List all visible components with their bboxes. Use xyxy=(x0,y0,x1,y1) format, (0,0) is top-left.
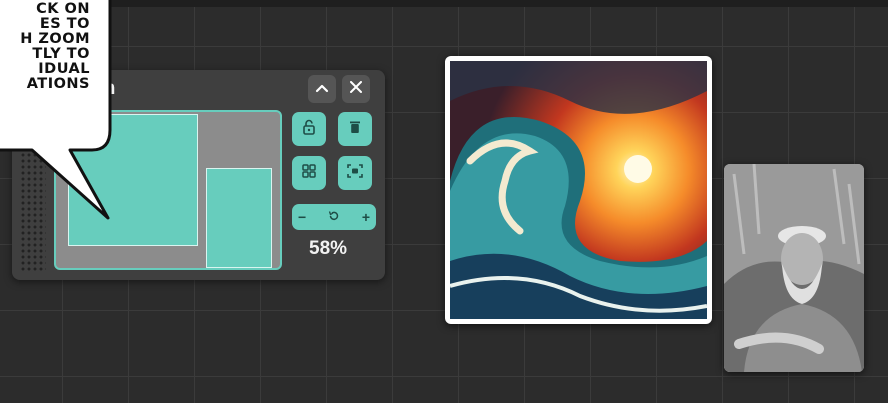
callout-line: ES TO xyxy=(39,16,90,32)
callout-line: H ZOOM xyxy=(20,31,90,47)
unlock-icon xyxy=(302,119,316,140)
close-button[interactable] xyxy=(342,75,370,103)
reset-zoom-icon[interactable] xyxy=(328,209,340,225)
zoom-percentage: 58% xyxy=(309,238,348,259)
fit-to-screen-icon xyxy=(347,163,363,183)
minimap-portrait-photo[interactable] xyxy=(206,168,272,268)
callout-bubble: CK ON ES TO H ZOOM TLY TO IDUAL ATIONS xyxy=(0,0,112,220)
callout-line: IDUAL xyxy=(38,61,90,77)
collapse-button[interactable] xyxy=(308,75,336,103)
lock-button[interactable] xyxy=(292,112,326,146)
trash-icon xyxy=(349,120,361,139)
callout-line: CK ON xyxy=(36,1,90,17)
grid-icon xyxy=(302,163,316,183)
wave-artwork xyxy=(450,61,707,319)
grid-button[interactable] xyxy=(292,156,326,190)
callout-line: ATIONS xyxy=(26,76,90,92)
callout-text: CK ON ES TO H ZOOM TLY TO IDUAL ATIONS xyxy=(0,2,90,92)
delete-button[interactable] xyxy=(338,112,372,146)
wave-artwork-card[interactable] xyxy=(445,56,712,324)
zoom-controls: − + xyxy=(292,204,376,230)
close-icon xyxy=(350,80,362,98)
zoom-out-button[interactable]: − xyxy=(298,209,306,225)
fit-to-screen-button[interactable] xyxy=(338,156,372,190)
zoom-in-button[interactable]: + xyxy=(362,209,370,225)
portrait-photo-card[interactable] xyxy=(724,164,864,372)
chevron-up-icon xyxy=(315,80,329,98)
callout-line: TLY TO xyxy=(32,46,90,62)
portrait-photo xyxy=(724,164,864,372)
